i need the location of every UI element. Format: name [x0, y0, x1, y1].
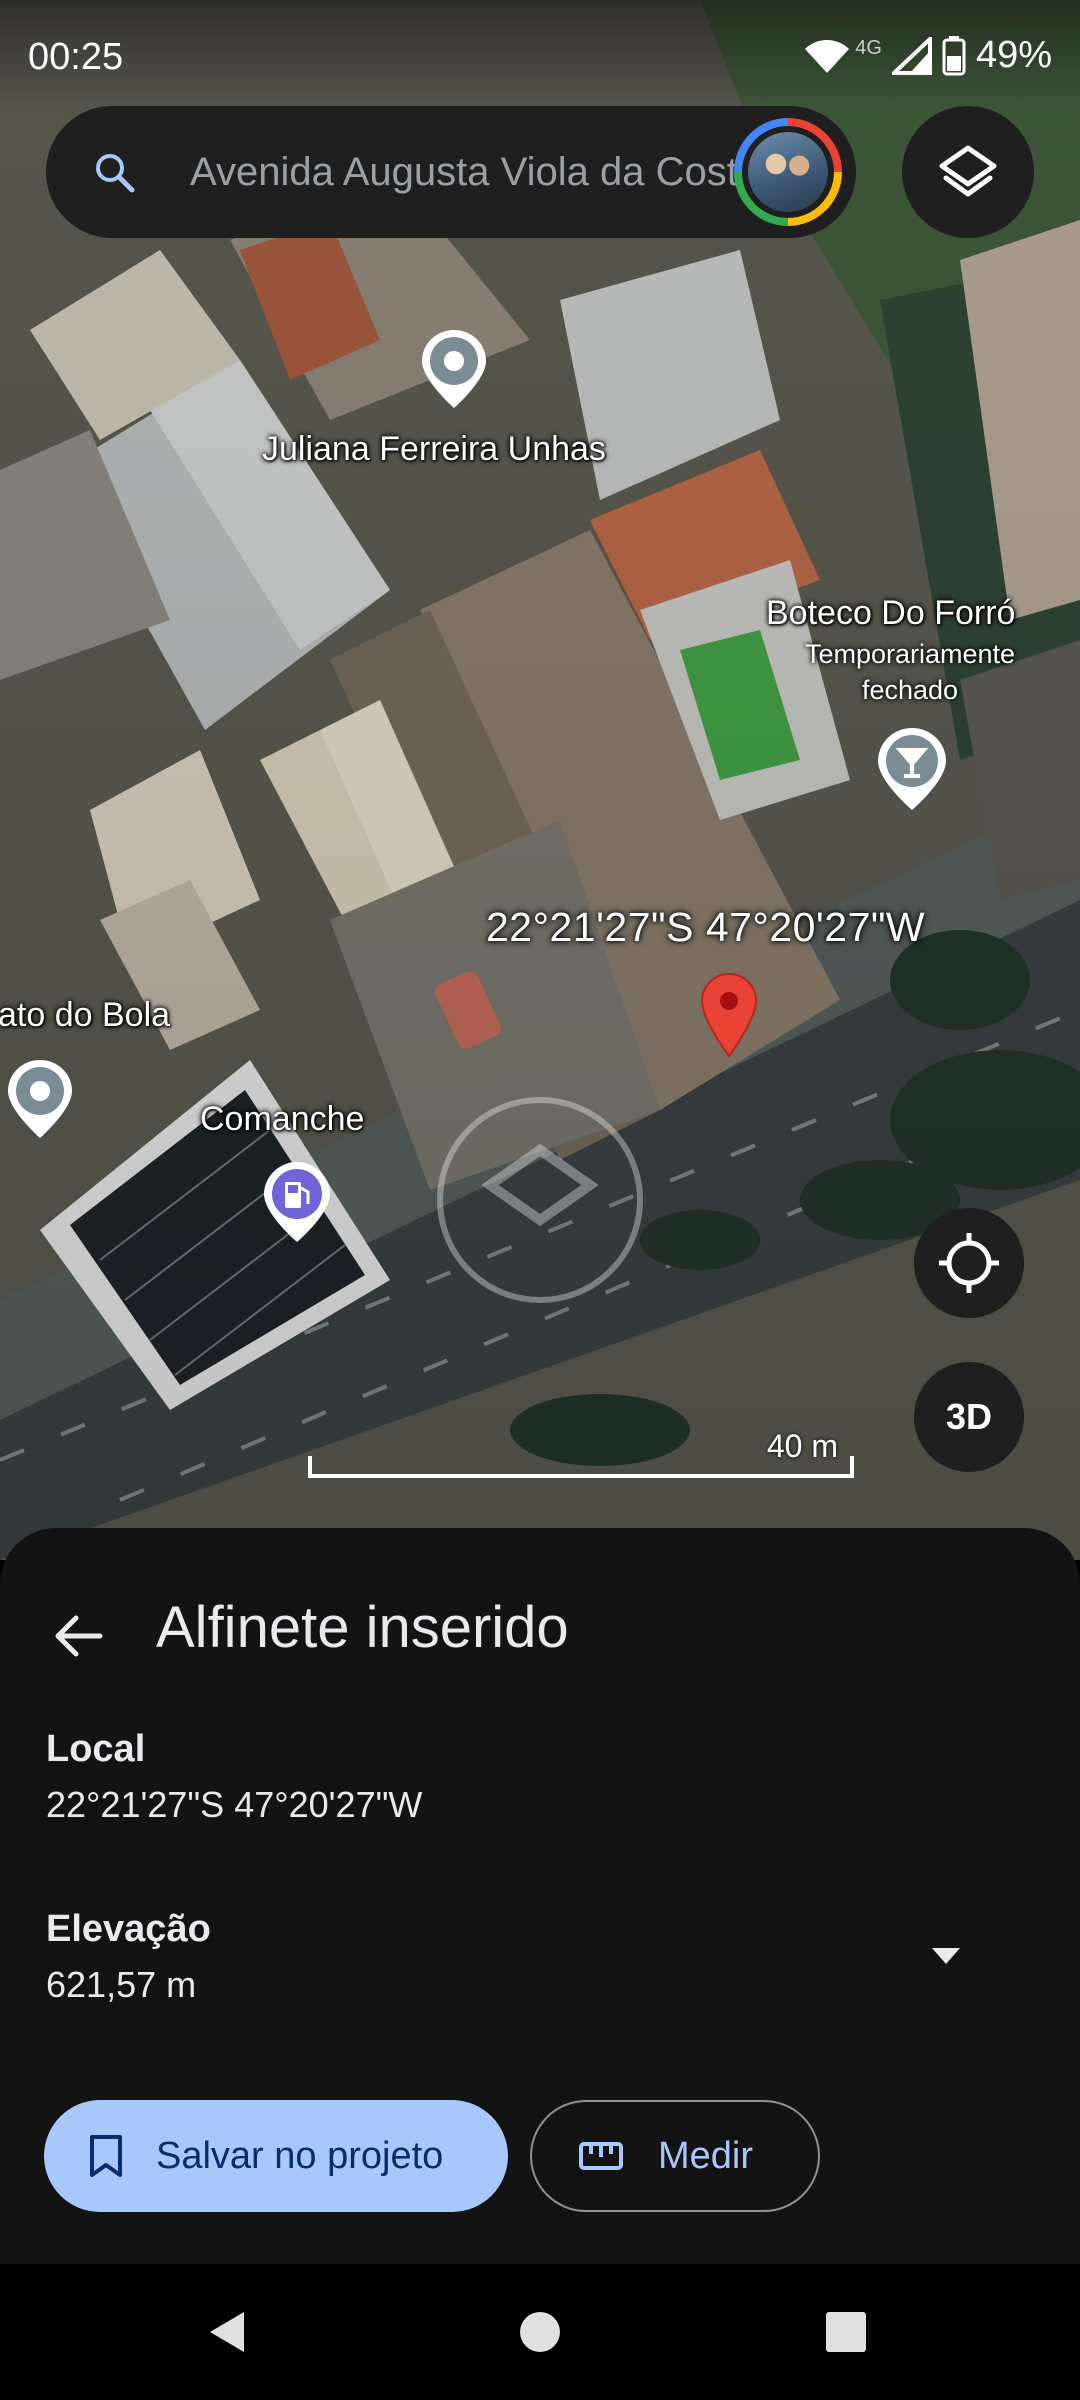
- search-bar[interactable]: Avenida Augusta Viola da Costa: [46, 106, 856, 238]
- fuel-icon[interactable]: [262, 1160, 332, 1244]
- dropped-pin-coordinates: 22°21'27"S 47°20'27"W: [486, 904, 926, 950]
- measure-button-label: Medir: [658, 2134, 754, 2177]
- signal-icon: [891, 36, 932, 75]
- poi-label[interactable]: Juliana Ferreira Unhas: [262, 430, 606, 469]
- scale-bar: [308, 1456, 854, 1478]
- place-pin-icon[interactable]: [420, 328, 488, 410]
- search-icon[interactable]: [92, 150, 136, 194]
- battery-icon: [942, 35, 966, 75]
- save-button-label: Salvar no projeto: [156, 2134, 444, 2177]
- poi-label[interactable]: Boteco Do Forró: [766, 594, 1015, 633]
- nav-back-icon[interactable]: [204, 2308, 252, 2356]
- elevation-label: Elevação: [46, 1908, 211, 1950]
- clock: 00:25: [28, 36, 124, 78]
- 3d-toggle-button[interactable]: 3D: [914, 1362, 1024, 1472]
- location-value[interactable]: 22°21'27"S 47°20'27"W: [46, 1784, 422, 1826]
- elevation-value: 621,57 m: [46, 1964, 197, 2005]
- bar-icon[interactable]: [876, 726, 948, 812]
- poi-status: Temporariamente fechado: [804, 639, 1016, 705]
- search-input[interactable]: Avenida Augusta Viola da Costa: [190, 150, 774, 195]
- place-details-sheet: Alfinete inserido Local 22°21'27"S 47°20…: [0, 1528, 1080, 2264]
- bookmark-icon: [90, 2135, 122, 2177]
- back-arrow-icon[interactable]: [50, 1608, 106, 1664]
- layers-button[interactable]: [902, 106, 1034, 238]
- nav-recents-icon[interactable]: [824, 2310, 868, 2354]
- ruler-icon: [579, 2142, 623, 2170]
- measure-button[interactable]: Medir: [530, 2100, 820, 2212]
- poi-label[interactable]: ato do Bola: [0, 996, 170, 1035]
- sheet-title: Alfinete inserido: [156, 1595, 569, 1660]
- system-navigation-bar: [0, 2264, 1080, 2400]
- status-icons: 4G 49%: [803, 34, 1052, 77]
- my-location-icon: [939, 1233, 999, 1293]
- wifi-icon: [805, 39, 850, 73]
- dropped-pin-marker[interactable]: [700, 972, 758, 1058]
- my-location-button[interactable]: [914, 1208, 1024, 1318]
- layers-icon: [939, 145, 997, 197]
- map-scale: 40 m: [308, 1428, 854, 1478]
- save-to-project-button[interactable]: Salvar no projeto: [44, 2100, 508, 2212]
- network-type: 4G: [855, 37, 882, 59]
- account-avatar[interactable]: [734, 118, 842, 226]
- status-bar: 00:25 4G 49%: [0, 0, 1080, 110]
- avatar-photo: [748, 132, 828, 212]
- location-label: Local: [46, 1728, 146, 1770]
- nav-home-icon[interactable]: [518, 2310, 562, 2354]
- poi-label[interactable]: Comanche: [200, 1100, 364, 1139]
- place-pin-icon[interactable]: [6, 1058, 74, 1140]
- battery-percent: 49%: [975, 34, 1052, 76]
- dropdown-arrow-icon[interactable]: [928, 1938, 964, 1974]
